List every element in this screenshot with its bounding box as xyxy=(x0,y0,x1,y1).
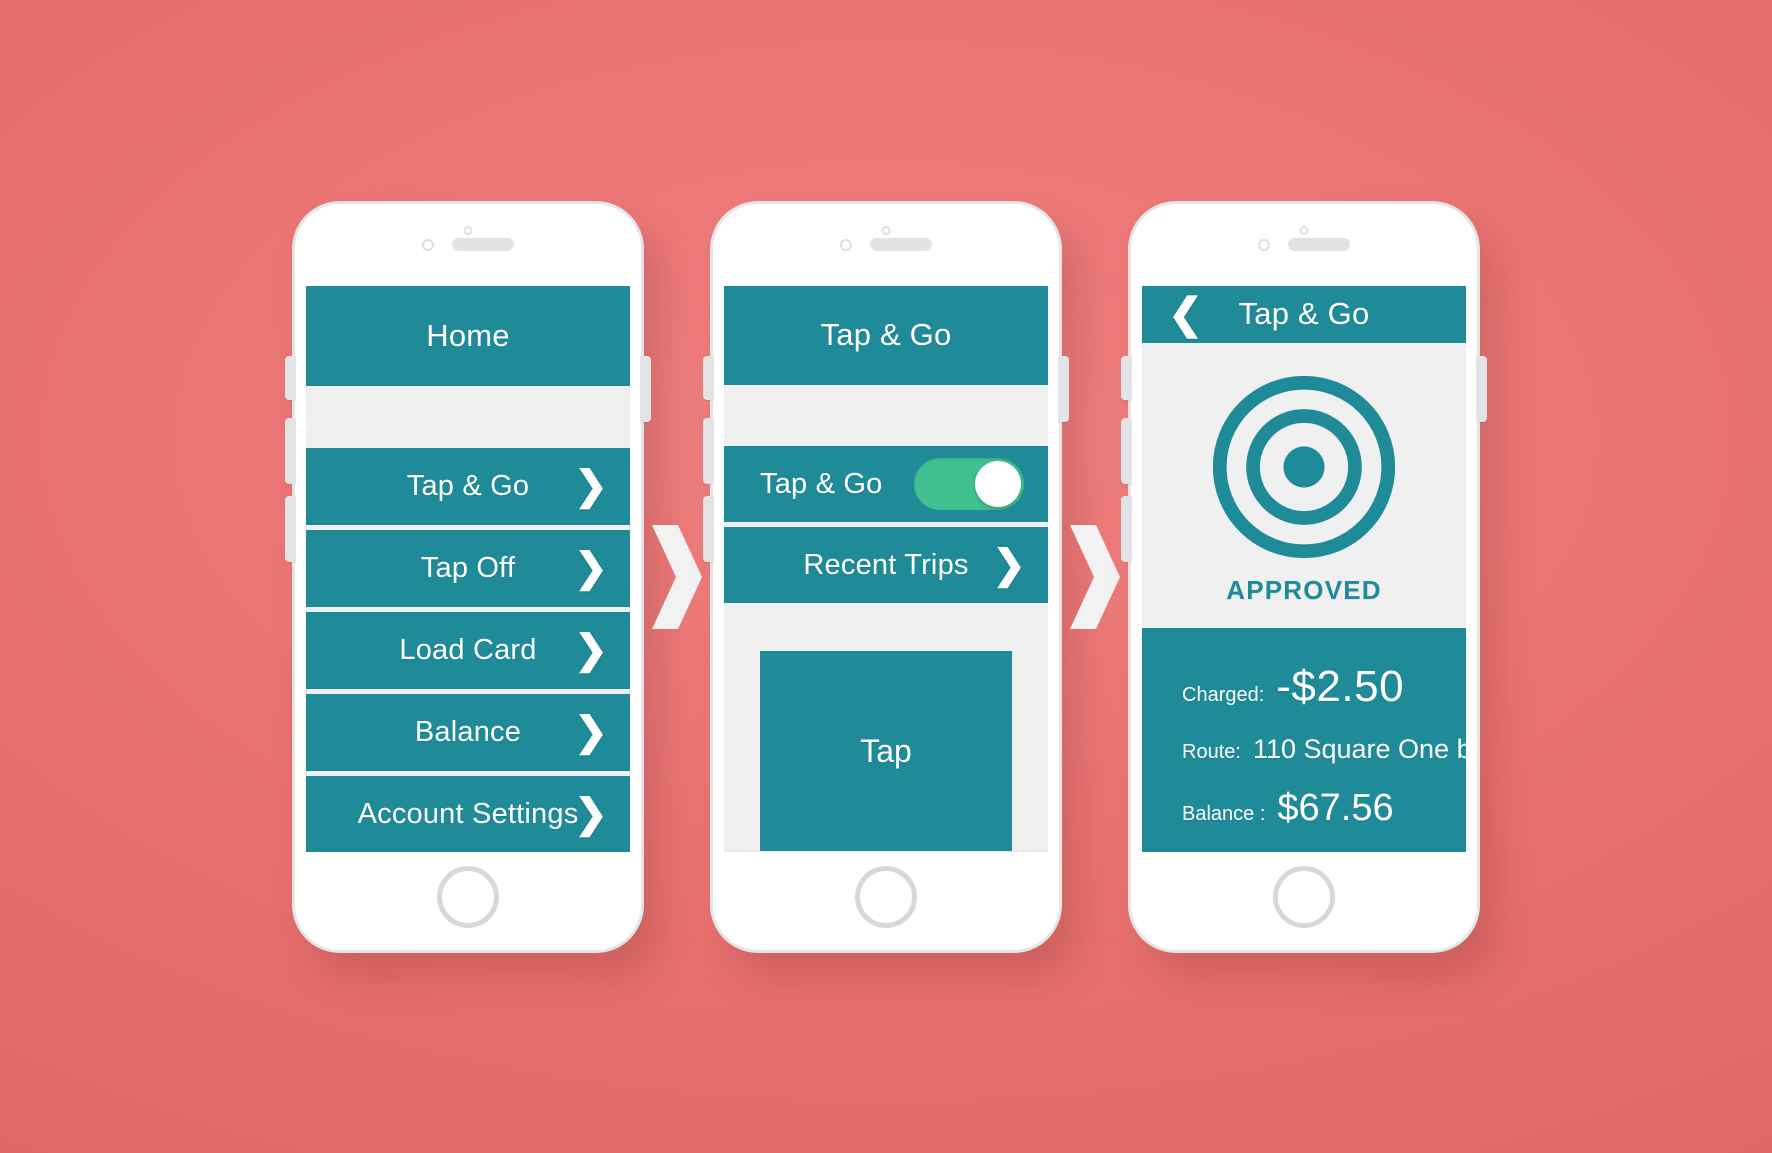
chevron-right-icon: ❯ xyxy=(992,543,1026,588)
phone-top-hardware xyxy=(1131,204,1477,286)
home-button[interactable] xyxy=(855,865,917,928)
mute-switch[interactable] xyxy=(703,355,714,400)
receipt-value: 110 Square One bus xyxy=(1252,733,1466,764)
transaction-status-area: APPROVED Charged: -$2.50 Route: 110 Squa… xyxy=(1142,342,1466,852)
receipt-value: -$2.50 xyxy=(1276,661,1405,711)
chevron-right-icon: ❯ xyxy=(574,546,608,590)
chevron-right-icon xyxy=(1070,524,1120,629)
menu-item-balance[interactable]: Balance ❯ xyxy=(306,693,630,771)
menu-item-label: Tap & Go xyxy=(406,469,530,502)
menu-item-account-settings[interactable]: Account Settings ❯ xyxy=(306,775,630,852)
screen1-header: Home xyxy=(306,285,630,386)
screen3-header-title: Tap & Go xyxy=(1238,296,1370,331)
target-rings-icon xyxy=(1212,375,1396,558)
volume-down-button[interactable] xyxy=(703,495,714,562)
phone-mockup-3: ❮ Tap & Go APPROVED Charged: -$2.50 Rout… xyxy=(1121,200,1487,953)
menu-item-tap-off[interactable]: Tap Off ❯ xyxy=(306,529,630,607)
recent-trips-row[interactable]: Recent Trips ❯ xyxy=(724,527,1048,604)
front-camera-icon xyxy=(840,238,852,251)
phone-top-hardware xyxy=(295,204,641,286)
volume-up-button[interactable] xyxy=(1121,417,1132,484)
receipt-row-route: Route: 110 Square One bus xyxy=(1182,734,1466,765)
phone-top-hardware xyxy=(713,204,1059,286)
menu-item-label: Balance xyxy=(414,715,522,748)
volume-down-button[interactable] xyxy=(1121,495,1132,562)
screen-3: ❮ Tap & Go APPROVED Charged: -$2.50 Rout… xyxy=(1142,285,1466,852)
chevron-right-icon: ❯ xyxy=(574,628,608,672)
earpiece-speaker xyxy=(1288,238,1350,251)
chevron-right-icon xyxy=(652,524,702,629)
menu-item-label: Account Settings xyxy=(357,797,579,830)
tap-button[interactable]: Tap xyxy=(760,651,1012,852)
flow-arrow-2-container xyxy=(1062,201,1128,953)
home-button[interactable] xyxy=(437,865,499,928)
chevron-right-icon: ❯ xyxy=(574,792,608,836)
screen3-header: ❮ Tap & Go xyxy=(1142,285,1466,343)
phone-flow-stage: Home Tap & Go ❯ Tap Off ❯ Load Card ❯ Ba… xyxy=(0,0,1772,1153)
receipt-row-charged: Charged: -$2.50 xyxy=(1182,662,1466,712)
volume-down-button[interactable] xyxy=(285,495,296,562)
tap-and-go-toggle[interactable] xyxy=(914,458,1024,511)
tap-and-go-toggle-row[interactable]: Tap & Go xyxy=(724,445,1048,523)
receipt-value: $67.56 xyxy=(1277,786,1394,829)
menu-item-load-card[interactable]: Load Card ❯ xyxy=(306,611,630,689)
tap-pad-area: Tap xyxy=(724,603,1048,852)
back-chevron-icon[interactable]: ❮ xyxy=(1168,293,1203,335)
receipt-panel: Charged: -$2.50 Route: 110 Square One bu… xyxy=(1142,627,1466,852)
screen1-menu-list: Tap & Go ❯ Tap Off ❯ Load Card ❯ Balance… xyxy=(306,447,630,852)
screen2-header-spacer xyxy=(724,384,1048,446)
chevron-right-icon: ❯ xyxy=(574,464,608,508)
front-camera-icon xyxy=(422,238,434,251)
screen-1: Home Tap & Go ❯ Tap Off ❯ Load Card ❯ Ba… xyxy=(306,285,630,852)
screen2-header: Tap & Go xyxy=(724,285,1048,385)
volume-up-button[interactable] xyxy=(285,417,296,484)
status-badge: APPROVED xyxy=(1226,574,1382,605)
menu-item-tap-and-go[interactable]: Tap & Go ❯ xyxy=(306,447,630,525)
screen-2: Tap & Go Tap & Go Recent Trips ❯ Tap xyxy=(724,285,1048,852)
toggle-row-label: Tap & Go xyxy=(760,467,883,500)
recent-trips-label: Recent Trips xyxy=(803,548,969,581)
home-button[interactable] xyxy=(1273,865,1335,928)
earpiece-speaker xyxy=(870,238,932,251)
menu-item-label: Tap Off xyxy=(420,551,516,584)
receipt-label: Charged: xyxy=(1182,683,1265,706)
power-button[interactable] xyxy=(1476,355,1487,422)
volume-up-button[interactable] xyxy=(703,417,714,484)
mute-switch[interactable] xyxy=(1121,355,1132,400)
menu-item-label: Load Card xyxy=(399,633,537,666)
phone-mockup-2: Tap & Go Tap & Go Recent Trips ❯ Tap xyxy=(703,200,1069,953)
receipt-label: Balance : xyxy=(1182,802,1266,825)
earpiece-speaker xyxy=(452,238,514,251)
flow-arrow-1-container xyxy=(644,201,710,953)
phone-mockup-1: Home Tap & Go ❯ Tap Off ❯ Load Card ❯ Ba… xyxy=(285,200,651,953)
receipt-label: Route: xyxy=(1182,740,1241,763)
toggle-knob xyxy=(975,461,1021,508)
receipt-row-balance: Balance : $67.56 xyxy=(1182,787,1466,830)
chevron-right-icon: ❯ xyxy=(574,710,608,754)
mute-switch[interactable] xyxy=(285,355,296,400)
front-camera-icon xyxy=(1258,238,1270,251)
screen1-header-spacer xyxy=(306,385,630,448)
